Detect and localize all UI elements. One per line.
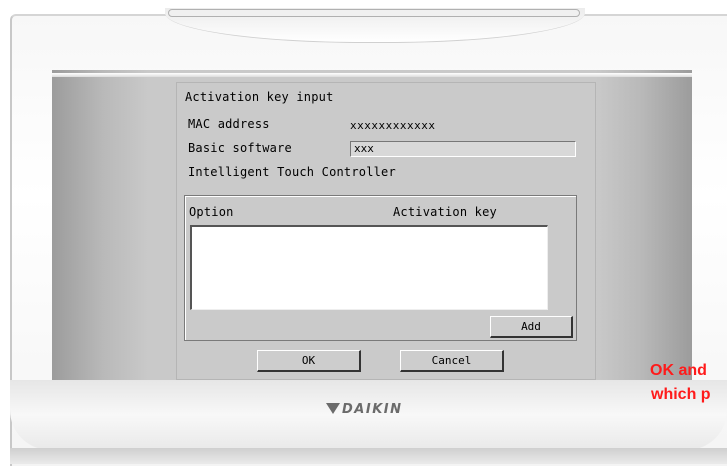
cancel-button[interactable]: Cancel	[400, 350, 504, 372]
brand-name: DAIKIN	[342, 402, 403, 417]
basic-software-field[interactable]: xxx	[350, 141, 576, 157]
column-header-option: Option	[189, 205, 234, 219]
dialog-title: Activation key input	[185, 90, 334, 104]
options-list[interactable]	[190, 225, 548, 310]
basic-software-label: Basic software	[188, 141, 292, 155]
screen-surround-highlight	[52, 73, 692, 77]
annotation-line-1: OK and	[650, 362, 707, 379]
product-name-label: Intelligent Touch Controller	[188, 165, 396, 179]
column-header-activation-key: Activation key	[393, 205, 497, 219]
daikin-logo-icon	[326, 403, 340, 414]
ok-button[interactable]: OK	[257, 350, 361, 372]
add-button[interactable]: Add	[490, 316, 573, 338]
mac-address-value: xxxxxxxxxxxx	[350, 119, 436, 132]
bottom-strip	[10, 448, 727, 464]
annotation-line-2: which p	[651, 386, 711, 403]
brand-logo: DAIKIN	[326, 402, 426, 422]
mac-address-label: MAC address	[188, 117, 270, 131]
top-slot	[168, 9, 580, 17]
